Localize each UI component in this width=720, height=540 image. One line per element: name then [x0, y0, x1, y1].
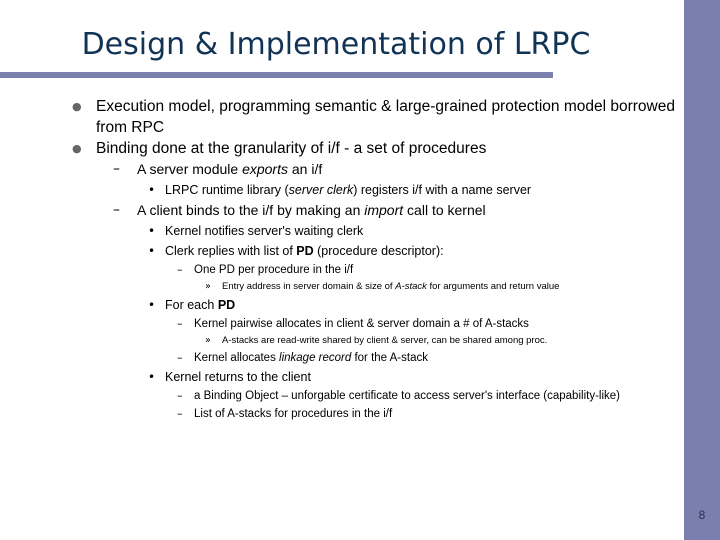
outline-item-text: Binding done at the granularity of i/f -… — [96, 140, 487, 157]
outline-item-l4: – List of A-stacks for procedures in the … — [0, 405, 684, 423]
bullet-glyph-icon: – — [177, 263, 183, 276]
page-number: 8 — [698, 508, 706, 522]
outline-item-text: Clerk replies with list of PD (procedure… — [165, 244, 444, 258]
bullet-glyph-icon: • — [148, 183, 156, 197]
outline-item-text: Entry address in server domain & size of… — [222, 281, 560, 292]
slide-canvas: Design & Implementation of LRPC ● Executi… — [0, 0, 720, 540]
outline-item-l1: ● Execution model, programming semantic &… — [0, 96, 684, 138]
right-accent-bar — [684, 0, 720, 540]
bullet-glyph-icon: ● — [72, 142, 82, 155]
bullet-glyph-icon: » — [205, 281, 211, 292]
outline-item-text: Kernel notifies server's waiting clerk — [165, 224, 364, 238]
outline-item-text: List of A-stacks for procedures in the i… — [194, 408, 393, 420]
bullet-glyph-icon: – — [113, 202, 120, 218]
bullet-glyph-icon: • — [148, 224, 156, 238]
page-title: Design & Implementation of LRPC — [81, 27, 591, 62]
bullet-glyph-icon: – — [177, 407, 183, 420]
outline-item-l3: • Kernel returns to the client — [0, 367, 684, 387]
outline-item-l5: » Entry address in server domain & size o… — [0, 279, 684, 295]
bullet-glyph-icon: • — [148, 244, 156, 258]
outline-item-l3: • Kernel notifies server's waiting clerk — [0, 221, 684, 241]
outline-item-l5: » A-stacks are read-write shared by clien… — [0, 333, 684, 349]
bullet-glyph-icon: • — [148, 370, 156, 384]
outline-item-text: Execution model, programming semantic & … — [96, 98, 675, 136]
outline-item-l1: ● Binding done at the granularity of i/f … — [0, 138, 684, 159]
slide-body-outline: ● Execution model, programming semantic &… — [0, 96, 684, 506]
outline-item-l4: – One PD per procedure in the i/f — [0, 261, 684, 279]
outline-item-text: LRPC runtime library (server clerk) regi… — [165, 183, 532, 197]
outline-item-l3: • For each PD — [0, 295, 684, 315]
bullet-glyph-icon: – — [177, 389, 183, 402]
outline-item-text: a Binding Object – unforgable certificat… — [194, 390, 620, 402]
bullet-glyph-icon: – — [177, 351, 183, 364]
outline-item-l3: • Clerk replies with list of PD (procedur… — [0, 241, 684, 261]
outline-item-l4: – Kernel pairwise allocates in client & s… — [0, 315, 684, 333]
outline-item-text: A client binds to the i/f by making an i… — [137, 202, 486, 218]
bullet-glyph-icon: » — [205, 335, 211, 346]
outline-item-l2: – A client binds to the i/f by making an … — [0, 200, 684, 221]
outline-item-text: A server module exports an i/f — [137, 161, 323, 177]
title-underline-rule — [0, 72, 553, 78]
outline-item-text: Kernel allocates linkage record for the … — [194, 352, 428, 364]
outline-item-text: A-stacks are read-write shared by client… — [222, 335, 548, 346]
bullet-glyph-icon: – — [177, 317, 183, 330]
outline-item-l3: • LRPC runtime library (server clerk) reg… — [0, 180, 684, 200]
outline-item-text: Kernel pairwise allocates in client & se… — [194, 318, 529, 330]
outline-item-text: Kernel returns to the client — [165, 370, 311, 384]
outline-item-l4: – a Binding Object – unforgable certifica… — [0, 387, 684, 405]
bullet-glyph-icon: ● — [72, 100, 82, 113]
outline-item-text: One PD per procedure in the i/f — [194, 264, 354, 276]
bullet-glyph-icon: – — [113, 161, 120, 177]
outline-item-text: For each PD — [165, 298, 236, 312]
outline-item-l2: – A server module exports an i/f — [0, 159, 684, 180]
bullet-glyph-icon: • — [148, 298, 156, 312]
outline-item-l4: – Kernel allocates linkage record for the… — [0, 349, 684, 367]
